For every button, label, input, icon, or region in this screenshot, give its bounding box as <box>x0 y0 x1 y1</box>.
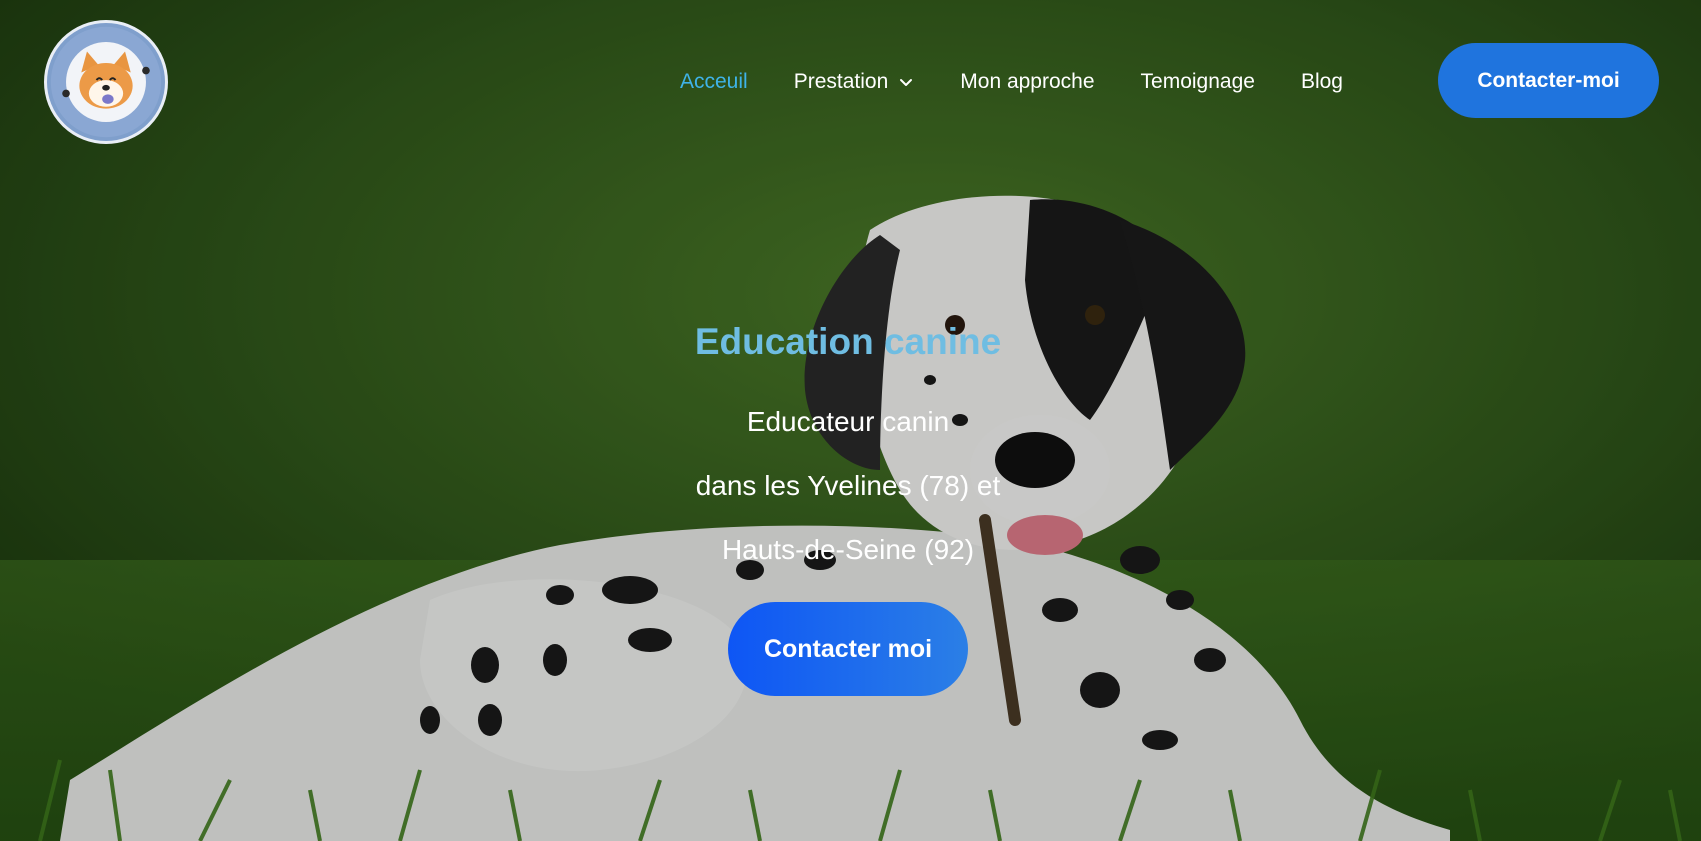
shiba-dog-logo-icon[interactable] <box>44 20 168 144</box>
chevron-down-icon <box>900 79 913 86</box>
hero-title: Education canine <box>694 321 1002 362</box>
hero-subtitle-line: dans les Yvelines (78) et <box>695 470 1001 501</box>
hero-section: Acceuil Prestation Mon approche Temoigna… <box>0 0 1701 841</box>
main-nav: Acceuil Prestation Mon approche Temoigna… <box>680 62 1389 102</box>
nav-item-acceuil[interactable]: Acceuil <box>680 70 748 94</box>
site-header: Acceuil Prestation Mon approche Temoigna… <box>0 0 1701 160</box>
nav-item-prestation[interactable]: Prestation <box>794 70 915 94</box>
nav-item-label: Prestation <box>793 70 889 93</box>
contact-header-button[interactable]: Contacter-moi <box>1438 43 1659 118</box>
nav-item-label: Mon approche <box>960 70 1095 93</box>
hero-content: Education canine Educateur canin dans le… <box>600 316 1096 696</box>
hero-subtitle-line: Educateur canin <box>746 406 950 437</box>
nav-item-label: Temoignage <box>1140 70 1255 93</box>
nav-item-label: Blog <box>1300 70 1343 93</box>
hero-subtitle-line: Hauts-de-Seine (92) <box>721 534 975 565</box>
nav-item-temoignage[interactable]: Temoignage <box>1141 70 1255 94</box>
contact-hero-button[interactable]: Contacter moi <box>728 602 968 696</box>
nav-item-label: Acceuil <box>680 70 748 93</box>
nav-item-mon-approche[interactable]: Mon approche <box>960 70 1094 94</box>
logo-graphic <box>50 26 162 138</box>
nav-item-blog[interactable]: Blog <box>1301 70 1343 94</box>
